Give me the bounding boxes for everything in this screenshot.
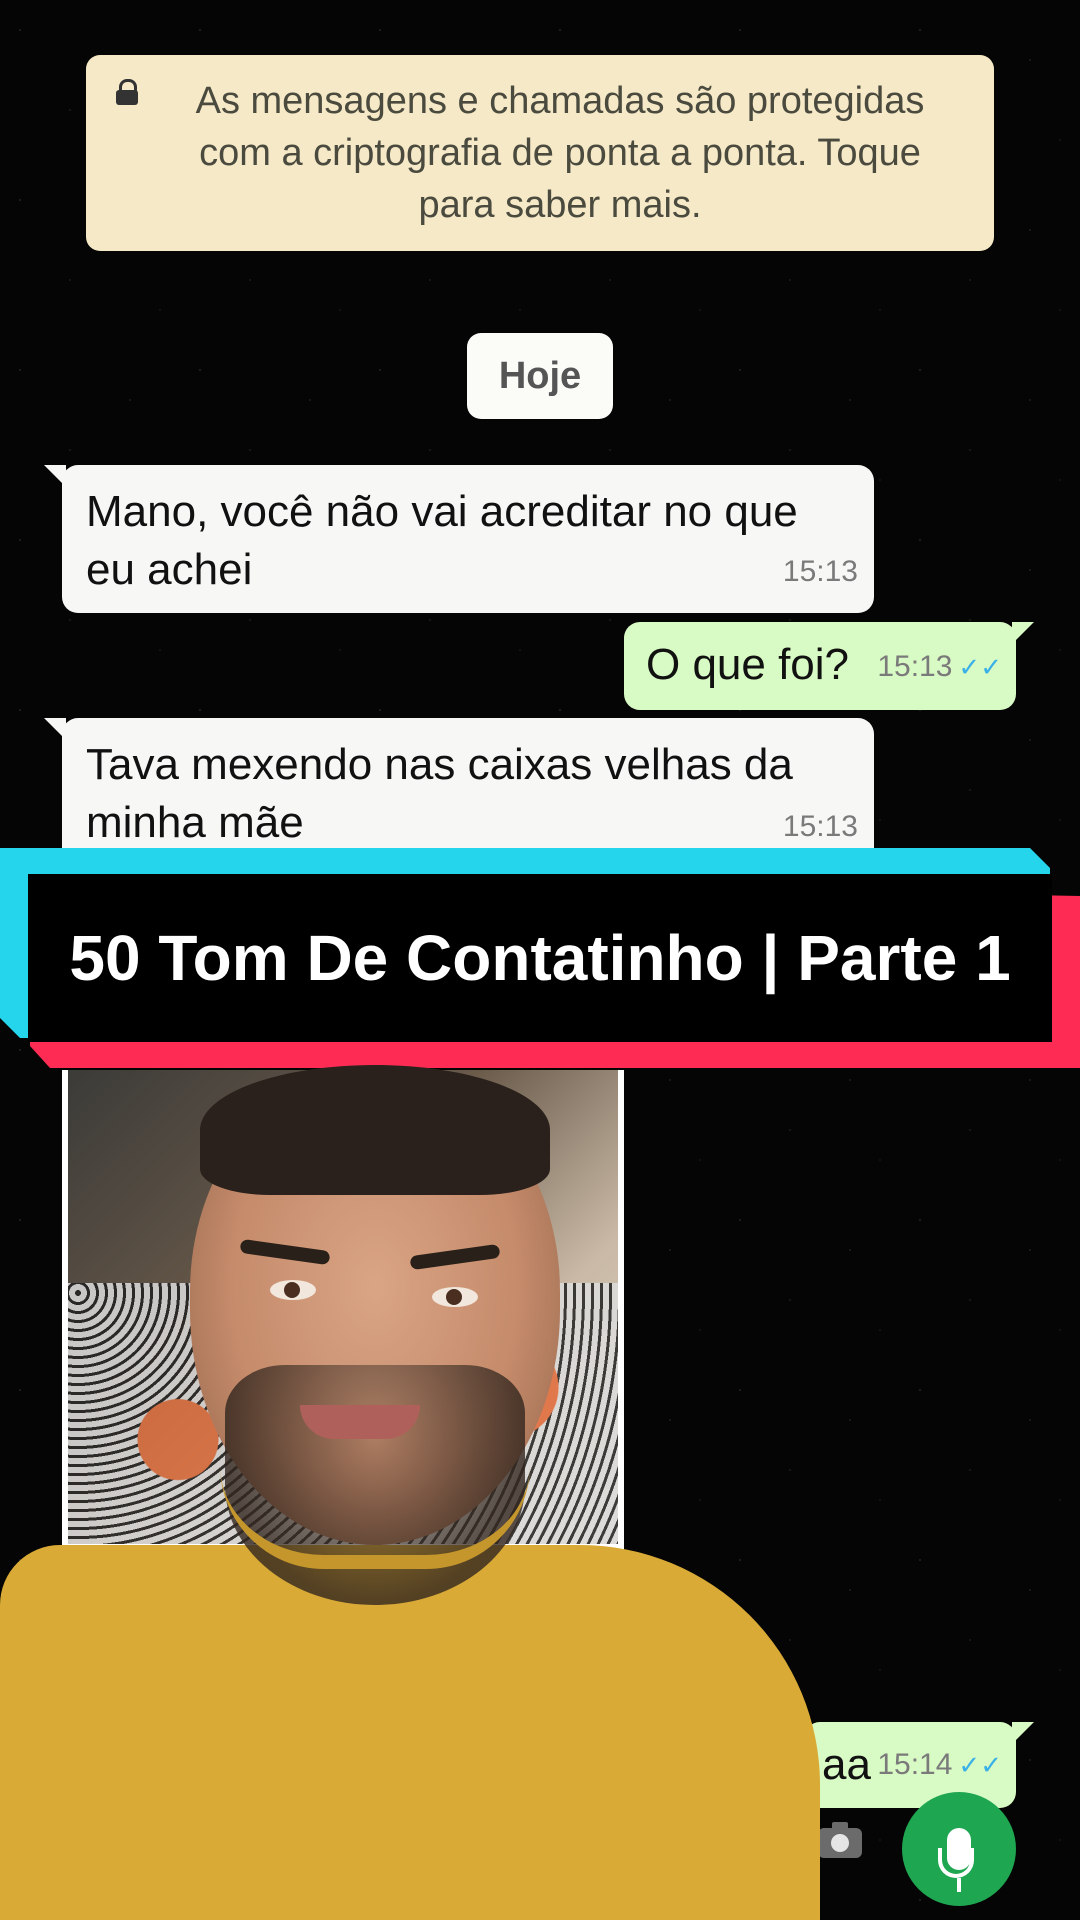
message-time: 15:14 [877, 1748, 953, 1781]
message-bubble-outgoing[interactable]: aa 15:14 ✓✓ [804, 1722, 1034, 1808]
message-bubble-outgoing[interactable]: O que foi? 15:13 ✓✓ [624, 622, 1034, 710]
microphone-button[interactable] [902, 1792, 1016, 1906]
left-eye [270, 1280, 316, 1300]
message-text: Tava mexendo nas caixas velhas da minha … [86, 740, 793, 847]
right-eye [432, 1287, 478, 1307]
message-text: O que foi? [646, 640, 850, 689]
hair [200, 1065, 550, 1195]
encryption-notice-text: As mensagens e chamadas são protegidas c… [195, 80, 925, 226]
presenter-overlay [0, 1065, 820, 1920]
message-text: aa [822, 1740, 871, 1789]
mouth [300, 1405, 420, 1439]
message-bubble-incoming[interactable]: Tava mexendo nas caixas velhas da minha … [44, 718, 874, 868]
message-bubble-incoming[interactable]: Mano, você não vai acreditar no que eu a… [44, 465, 874, 613]
date-divider: Hoje [467, 333, 613, 419]
message-time: 15:13 [782, 555, 858, 588]
banner-title: 50 Tom De Contatinho | Parte 1 [28, 874, 1052, 1042]
double-check-icon: ✓✓ [958, 1750, 1002, 1780]
message-text: Mano, você não vai acreditar no que eu a… [86, 487, 798, 594]
encryption-notice[interactable]: As mensagens e chamadas são protegidas c… [86, 55, 994, 251]
message-time: 15:13 [877, 650, 953, 683]
double-check-icon: ✓✓ [958, 652, 1002, 682]
microphone-icon [938, 1828, 974, 1892]
video-title-banner: 50 Tom De Contatinho | Parte 1 [0, 848, 1080, 1068]
lock-icon [116, 79, 138, 105]
